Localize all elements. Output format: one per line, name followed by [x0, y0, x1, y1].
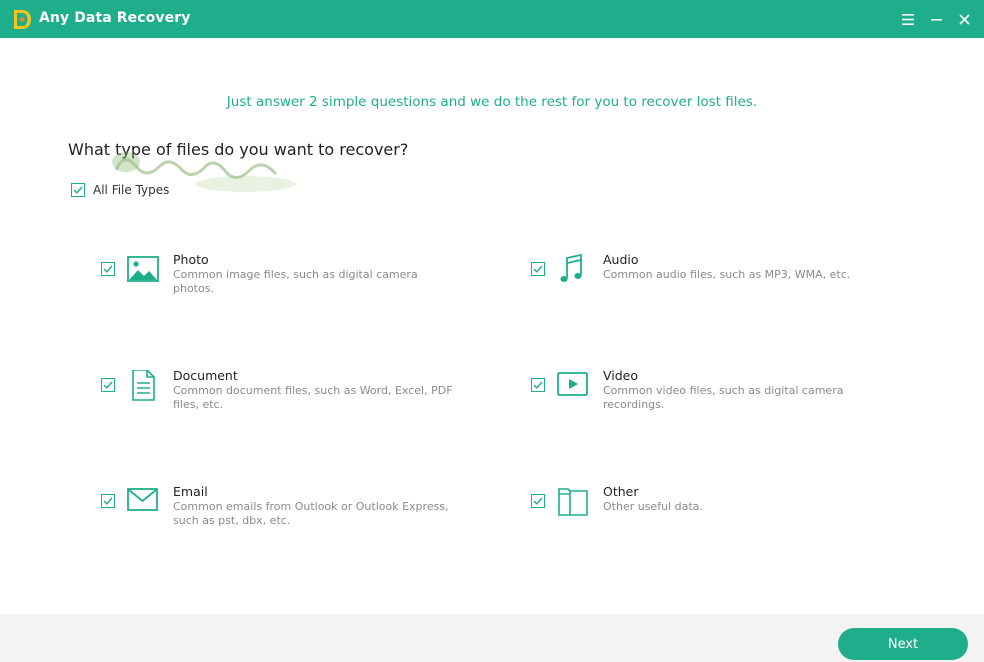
- checkmark-icon: [533, 497, 543, 505]
- photo-name: Photo: [173, 252, 209, 267]
- other-description: Other useful data.: [603, 500, 703, 513]
- footer-bar: [0, 614, 984, 662]
- photo-checkbox[interactable]: [101, 262, 115, 276]
- email-name: Email: [173, 484, 208, 499]
- document-description: Common document files, such as Word, Exc…: [173, 384, 453, 411]
- close-button[interactable]: [954, 9, 974, 29]
- app-logo-icon: [14, 10, 31, 29]
- menu-icon: [902, 13, 914, 25]
- file-type-video[interactable]: Video Common video files, such as digita…: [531, 368, 871, 430]
- all-file-types-label: All File Types: [93, 183, 170, 197]
- file-type-email[interactable]: Email Common emails from Outlook or Outl…: [101, 484, 449, 546]
- minimize-icon: [930, 18, 942, 21]
- file-type-document[interactable]: Document Common document files, such as …: [101, 368, 453, 430]
- other-checkbox[interactable]: [531, 494, 545, 508]
- checkmark-icon: [103, 265, 113, 273]
- title-bar: Any Data Recovery: [0, 0, 984, 38]
- folder-icon: [558, 488, 588, 516]
- checkmark-icon: [103, 497, 113, 505]
- video-play-icon: [557, 372, 588, 396]
- checkmark-icon: [73, 186, 83, 194]
- all-file-types-checkbox[interactable]: [71, 183, 85, 197]
- checkmark-icon: [533, 265, 543, 273]
- envelope-icon: [127, 488, 158, 511]
- close-icon: [958, 13, 970, 25]
- video-name: Video: [603, 368, 639, 383]
- minimize-button[interactable]: [926, 9, 946, 29]
- file-type-photo[interactable]: Photo Common image files, such as digita…: [101, 252, 441, 314]
- app-title: Any Data Recovery: [39, 10, 191, 26]
- video-checkbox[interactable]: [531, 378, 545, 392]
- document-icon: [132, 370, 155, 401]
- other-name: Other: [603, 484, 639, 499]
- video-description: Common video files, such as digital came…: [603, 384, 844, 411]
- audio-description: Common audio files, such as MP3, WMA, et…: [603, 268, 851, 281]
- question-heading: What type of files do you want to recove…: [68, 140, 409, 159]
- email-checkbox[interactable]: [101, 494, 115, 508]
- photo-icon: [127, 256, 159, 282]
- photo-description: Common image files, such as digital came…: [173, 268, 418, 295]
- all-file-types-option[interactable]: All File Types: [71, 183, 169, 197]
- checkmark-icon: [103, 381, 113, 389]
- document-name: Document: [173, 368, 238, 383]
- file-type-other[interactable]: Other Other useful data.: [531, 484, 871, 546]
- document-checkbox[interactable]: [101, 378, 115, 392]
- menu-button[interactable]: [898, 9, 918, 29]
- instruction-text: Just answer 2 simple questions and we do…: [226, 94, 758, 110]
- audio-name: Audio: [603, 252, 639, 267]
- email-description: Common emails from Outlook or Outlook Ex…: [173, 500, 449, 527]
- music-note-icon: [560, 254, 582, 282]
- file-type-audio[interactable]: Audio Common audio files, such as MP3, W…: [531, 252, 871, 314]
- checkmark-icon: [533, 381, 543, 389]
- audio-checkbox[interactable]: [531, 262, 545, 276]
- next-button[interactable]: Next: [838, 628, 968, 660]
